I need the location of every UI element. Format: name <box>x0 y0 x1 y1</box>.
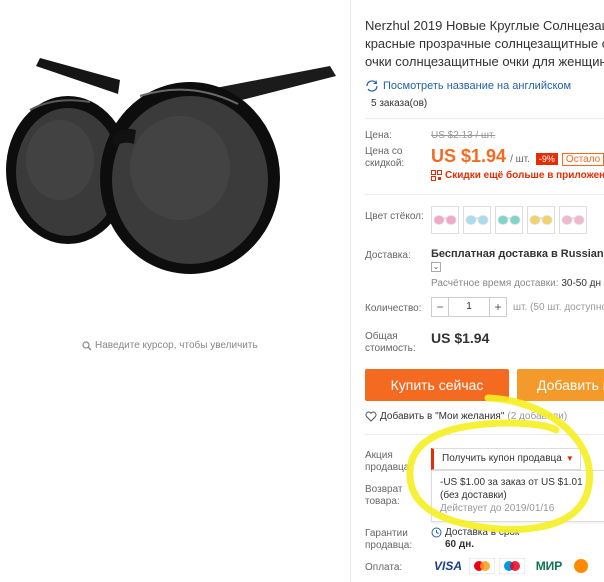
delivery-time: Расчётное время доставки: 30-50 дн <box>431 278 601 289</box>
old-price: US $2.13 / шт. <box>431 130 496 141</box>
title-line: Nerzhul 2019 Новые Круглые Солнцезащит <box>365 18 604 33</box>
clock-shield-icon <box>431 527 442 538</box>
title-line: очки солнцезащитные очки для женщин s <box>365 54 604 69</box>
get-coupon-button[interactable]: Получить купон продавца ▼ <box>431 448 581 470</box>
sunglasses-icon <box>561 215 585 225</box>
divider <box>365 118 604 119</box>
qiwi-logo <box>574 559 588 573</box>
price-unit: / шт. <box>510 154 530 165</box>
lens-color-options <box>431 206 587 234</box>
divider <box>365 194 604 195</box>
guarantee-days: 60 дн. <box>445 539 475 550</box>
lens-color-label: Цвет стёкол: <box>365 211 424 222</box>
triangle-down-icon: ▼ <box>565 454 574 463</box>
coupon-text: -US $1.00 за заказ от US $1.01 <box>440 477 583 488</box>
quantity-plus-button[interactable]: + <box>489 297 507 317</box>
lens-color-swatch[interactable] <box>431 206 459 234</box>
lens-color-swatch[interactable] <box>495 206 523 234</box>
delivery-time-label: Расчётное время доставки: <box>431 278 559 289</box>
translate-icon <box>366 80 378 92</box>
translate-link-text[interactable]: Посмотреть название на английском <box>383 80 571 92</box>
add-to-cart-button[interactable]: Добавить в <box>517 369 604 401</box>
shipping-method[interactable]: Бесплатная доставка в Russian Fed <box>431 248 604 260</box>
product-title: Nerzhul 2019 Новые Круглые Солнцезащит к… <box>365 17 604 71</box>
coupon-button-label[interactable]: Получить купон продавца <box>442 453 562 464</box>
quantity-stepper: − 1 + шт. (50 шт. доступно <box>431 297 604 317</box>
app-discount[interactable]: Скидки ещё больше в приложени <box>431 170 604 181</box>
product-details: Nerzhul 2019 Новые Круглые Солнцезащит к… <box>365 0 604 582</box>
returns-label: Возврат товара: <box>365 484 403 507</box>
quantity-label: Количество: <box>365 303 422 314</box>
lens-color-swatch[interactable] <box>463 206 491 234</box>
divider <box>365 434 604 435</box>
buy-now-button[interactable]: Купить сейчас <box>365 369 509 401</box>
product-image[interactable] <box>0 50 350 290</box>
visa-logo: VISA <box>433 559 462 573</box>
remaining-tag: Остало <box>561 153 604 166</box>
discount-badge: -9% <box>535 153 558 165</box>
orders-count: 5 заказа(ов) <box>371 98 428 109</box>
payment-label: Оплата: <box>365 562 403 573</box>
translate-link[interactable]: Посмотреть название на английском <box>365 80 571 92</box>
mir-logo: МИР <box>535 559 563 573</box>
quantity-available: шт. (50 шт. доступно <box>513 301 604 313</box>
zoom-hint: Наведите курсор, чтобы увеличить <box>82 340 258 351</box>
sunglasses-icon <box>465 215 489 225</box>
total-price: US $1.94 <box>431 330 490 346</box>
lens-color-swatch[interactable] <box>527 206 555 234</box>
wishlist-text[interactable]: Добавить в "Мои желания" <box>380 411 504 422</box>
price-row: US $1.94 / шт. -9% Остало <box>431 146 604 167</box>
shipping-label: Доставка: <box>365 250 411 261</box>
magnifier-icon <box>82 340 92 350</box>
column-divider <box>350 0 351 582</box>
mastercard-logo <box>469 558 495 574</box>
product-gallery: Наведите курсор, чтобы увеличить <box>0 0 350 582</box>
discount-price-label: Цена со скидкой: <box>365 146 405 169</box>
lens-color-swatch[interactable] <box>559 206 587 234</box>
guarantee-label: Гарантии продавца: <box>365 528 413 551</box>
seller-promo-label: Акция продавца: <box>365 450 413 473</box>
wishlist-link[interactable]: Добавить в "Мои желания" (2 добавили) <box>365 411 567 422</box>
wishlist-count: (2 добавили) <box>507 411 568 422</box>
current-price: US $1.94 <box>431 146 507 166</box>
title-line: красные прозрачные солнцезащитные оч <box>365 36 604 51</box>
quantity-input[interactable]: 1 <box>449 297 489 317</box>
quantity-minus-button[interactable]: − <box>431 297 449 317</box>
sunglasses-icon <box>529 215 553 225</box>
total-label: Общая стоимость: <box>365 331 416 354</box>
sunglasses-icon <box>497 215 521 225</box>
coupon-note: (без доставки) <box>440 490 507 501</box>
qr-code-icon <box>431 170 442 181</box>
coupon-popup: -US $1.00 за заказ от US $1.01 (без дост… <box>431 470 604 522</box>
price-label: Цена: <box>365 130 392 141</box>
zoom-hint-text: Наведите курсор, чтобы увеличить <box>95 340 258 351</box>
app-discount-text[interactable]: Скидки ещё больше в приложени <box>445 170 604 181</box>
coupon-valid: Действует до 2019/01/16 <box>440 503 555 514</box>
guarantee-line: Доставка в срок <box>445 527 520 538</box>
maestro-logo <box>499 558 525 574</box>
heart-icon <box>365 411 377 422</box>
sunglasses-icon <box>433 215 457 225</box>
payment-methods: VISA МИР <box>431 558 589 574</box>
delivery-time-value: 30-50 дн <box>561 278 602 289</box>
chevron-down-icon[interactable]: ⌄ <box>431 262 441 272</box>
guarantee-value: Доставка в срок 60 дн. <box>431 527 519 551</box>
